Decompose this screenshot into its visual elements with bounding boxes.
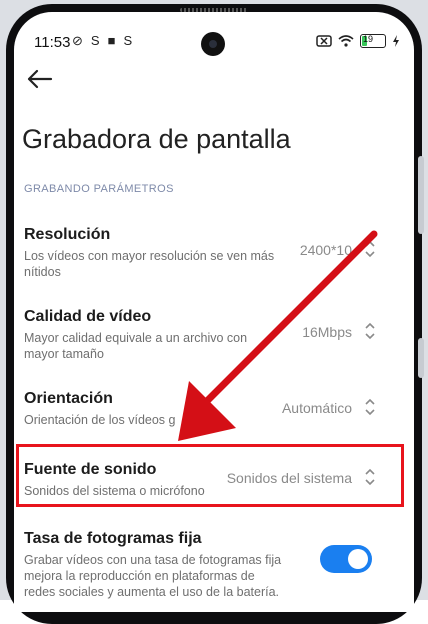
chevron-updown-icon [365, 240, 375, 258]
framerate-toggle[interactable] [320, 545, 372, 573]
toggle-knob [348, 549, 368, 569]
section-header: GRABANDO PARÁMETROS [24, 183, 174, 195]
wifi-icon [338, 35, 354, 47]
setting-description: Los vídeos con mayor resolución se ven m… [24, 249, 275, 279]
power-button [418, 338, 424, 378]
status-icons-right: 19 [316, 34, 400, 48]
chevron-updown-icon [365, 322, 375, 340]
setting-orientation[interactable]: Orientación Orientación de los vídeos g … [24, 390, 376, 428]
status-bar: 11:53 ⊘ S ■ S 19 [14, 30, 414, 58]
setting-description: Mayor calidad equivale a un archivo con … [24, 331, 248, 361]
status-time: 11:53 [34, 34, 71, 51]
setting-description: Grabar vídeos con una tasa de fotogramas… [24, 553, 282, 599]
setting-resolution[interactable]: Resolución Los vídeos con mayor resoluci… [24, 226, 376, 280]
page-title: Grabadora de pantalla [22, 124, 291, 154]
battery-percent: 19 [363, 34, 374, 44]
setting-value: 2400*10 [299, 242, 352, 258]
notification-icon: ⊘ [72, 33, 83, 48]
camera-record-icon: ■ [107, 33, 116, 48]
status-icons-left: ⊘ S ■ S [72, 33, 132, 49]
notification-icon: S [123, 33, 133, 48]
sim-off-icon [316, 35, 332, 47]
annotation-highlight-box [16, 444, 404, 507]
notification-icon: S [90, 33, 100, 48]
back-arrow-icon[interactable] [24, 64, 54, 94]
volume-button [418, 156, 424, 234]
chevron-updown-icon [365, 398, 375, 416]
battery-icon: 19 [360, 34, 386, 48]
front-camera [201, 32, 225, 56]
setting-label: Tasa de fotogramas fija [24, 530, 202, 547]
setting-value: 16Mbps [302, 324, 352, 340]
setting-video-quality[interactable]: Calidad de vídeo Mayor calidad equivale … [24, 308, 376, 362]
charging-icon [393, 35, 399, 47]
setting-fixed-framerate[interactable]: Tasa de fotogramas fija Grabar vídeos co… [24, 530, 376, 600]
setting-description: Orientación de los vídeos g [24, 413, 176, 427]
setting-value: Automático [281, 400, 352, 416]
